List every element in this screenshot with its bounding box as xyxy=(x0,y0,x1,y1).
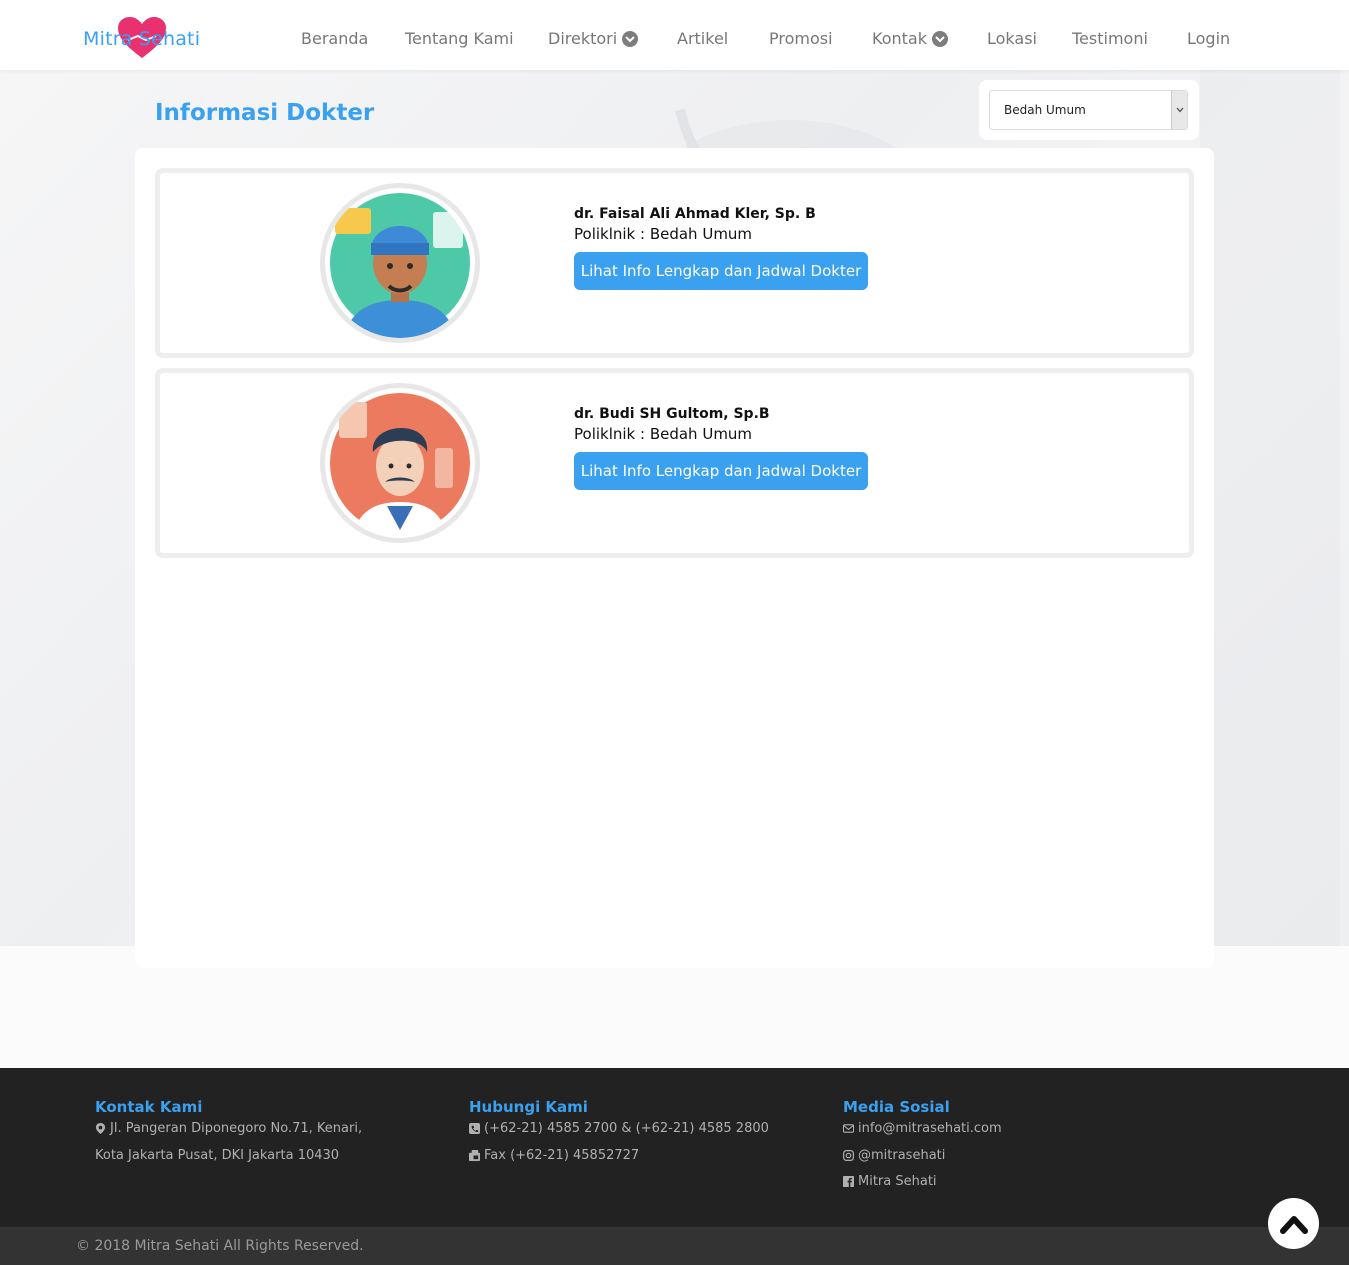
footer-contact: Kontak Kami Jl. Pangeran Diponegoro No.7… xyxy=(95,1098,362,1174)
nav-label: Login xyxy=(1187,29,1231,48)
footer-hubungi-title: Hubungi Kami xyxy=(469,1098,588,1116)
footer-fax-line: Fax (+62-21) 45852727 xyxy=(469,1148,769,1175)
nav-lokasi[interactable]: Lokasi xyxy=(987,29,1037,48)
nav-login[interactable]: Login xyxy=(1187,29,1230,48)
phone-icon xyxy=(469,1123,480,1134)
doctor-card: dr. Budi SH Gultom, Sp.B Poliklnik : Bed… xyxy=(155,368,1194,558)
footer-email-line[interactable]: info@mitrasehati.com xyxy=(843,1121,1002,1148)
main-nav: Beranda Tentang Kami Direktori Artikel P… xyxy=(0,29,1349,53)
copyright-bar: © 2018 Mitra Sehati All Rights Reserved. xyxy=(0,1227,1349,1265)
footer-address-1: Jl. Pangeran Diponegoro No.71, Kenari, xyxy=(110,1121,363,1136)
footer-facebook-line[interactable]: Mitra Sehati xyxy=(843,1174,1002,1201)
doctor-cap-avatar-icon xyxy=(330,193,470,338)
site-header: Mitra Sehati Beranda Tentang Kami Direkt… xyxy=(0,0,1349,70)
nav-label: Artikel xyxy=(677,29,729,48)
footer-email: info@mitrasehati.com xyxy=(858,1121,1002,1136)
doctor-card: dr. Faisal Ali Ahmad Kler, Sp. B Polikln… xyxy=(155,168,1194,358)
footer-instagram: @mitrasehati xyxy=(858,1147,946,1163)
footer-phone: (+62-21) 4585 2700 & (+62-21) 4585 2800 xyxy=(484,1121,769,1136)
footer-social: Media Sosial info@mitrasehati.com @mitra… xyxy=(843,1098,1002,1201)
footer-instagram-line[interactable]: @mitrasehati xyxy=(843,1148,1002,1175)
nav-artikel[interactable]: Artikel xyxy=(677,29,728,48)
nav-tentang-kami[interactable]: Tentang Kami xyxy=(405,29,514,48)
footer-hubungi: Hubungi Kami (+62-21) 4585 2700 & (+62-2… xyxy=(469,1098,769,1174)
instagram-icon xyxy=(843,1149,854,1161)
nav-label: Lokasi xyxy=(987,29,1037,48)
chevron-down-icon xyxy=(622,30,639,47)
nav-label: Direktori xyxy=(548,29,618,48)
doctor-mustache-avatar-icon xyxy=(330,393,470,538)
footer-address-2: Kota Jakarta Pusat, DKI Jakarta 10430 xyxy=(95,1147,340,1163)
site-footer: Kontak Kami Jl. Pangeran Diponegoro No.7… xyxy=(0,1068,1349,1227)
doctor-avatar xyxy=(320,183,480,343)
doctor-avatar xyxy=(320,383,480,543)
specialty-filter-wrapper: Bedah Umum xyxy=(979,80,1199,140)
chevron-down-icon xyxy=(931,30,948,47)
specialty-select[interactable]: Bedah Umum xyxy=(989,90,1188,130)
footer-address-line: Kota Jakarta Pusat, DKI Jakarta 10430 xyxy=(95,1148,362,1175)
footer-contact-title: Kontak Kami xyxy=(95,1098,203,1116)
envelope-icon xyxy=(843,1124,854,1133)
map-marker-icon xyxy=(95,1123,106,1134)
footer-social-title: Media Sosial xyxy=(843,1098,950,1116)
view-doctor-schedule-button[interactable]: Lihat Info Lengkap dan Jadwal Dokter xyxy=(574,452,868,490)
nav-label: Testimoni xyxy=(1072,29,1148,48)
nav-promosi[interactable]: Promosi xyxy=(769,29,833,48)
nav-direktori[interactable]: Direktori xyxy=(548,29,639,48)
nav-beranda[interactable]: Beranda xyxy=(301,29,368,48)
nav-testimoni[interactable]: Testimoni xyxy=(1072,29,1148,48)
nav-label: Tentang Kami xyxy=(405,29,514,48)
facebook-icon xyxy=(843,1176,854,1187)
footer-facebook: Mitra Sehati xyxy=(858,1174,937,1189)
page-title: Informasi Dokter xyxy=(155,100,375,126)
chevron-down-icon xyxy=(1171,91,1187,129)
nav-label: Promosi xyxy=(769,29,833,48)
view-doctor-schedule-button[interactable]: Lihat Info Lengkap dan Jadwal Dokter xyxy=(574,252,868,290)
footer-address-line: Jl. Pangeran Diponegoro No.71, Kenari, xyxy=(95,1121,362,1148)
doctor-poliklinik: Poliklnik : Bedah Umum xyxy=(574,425,753,443)
footer-fax: Fax (+62-21) 45852727 xyxy=(484,1147,640,1163)
scroll-to-top-button[interactable] xyxy=(1268,1198,1319,1249)
specialty-select-value: Bedah Umum xyxy=(1004,103,1086,117)
fax-icon xyxy=(469,1149,480,1161)
nav-label: Kontak xyxy=(872,29,927,48)
doctor-name: dr. Budi SH Gultom, Sp.B xyxy=(574,406,770,422)
nav-label: Beranda xyxy=(301,29,369,48)
chevron-up-icon xyxy=(1279,1215,1308,1234)
copyright-text: © 2018 Mitra Sehati All Rights Reserved. xyxy=(76,1238,364,1254)
nav-kontak[interactable]: Kontak xyxy=(872,29,948,48)
doctor-poliklinik: Poliklnik : Bedah Umum xyxy=(574,225,753,243)
doctor-name: dr. Faisal Ali Ahmad Kler, Sp. B xyxy=(574,206,816,222)
footer-phone-line[interactable]: (+62-21) 4585 2700 & (+62-21) 4585 2800 xyxy=(469,1121,769,1148)
